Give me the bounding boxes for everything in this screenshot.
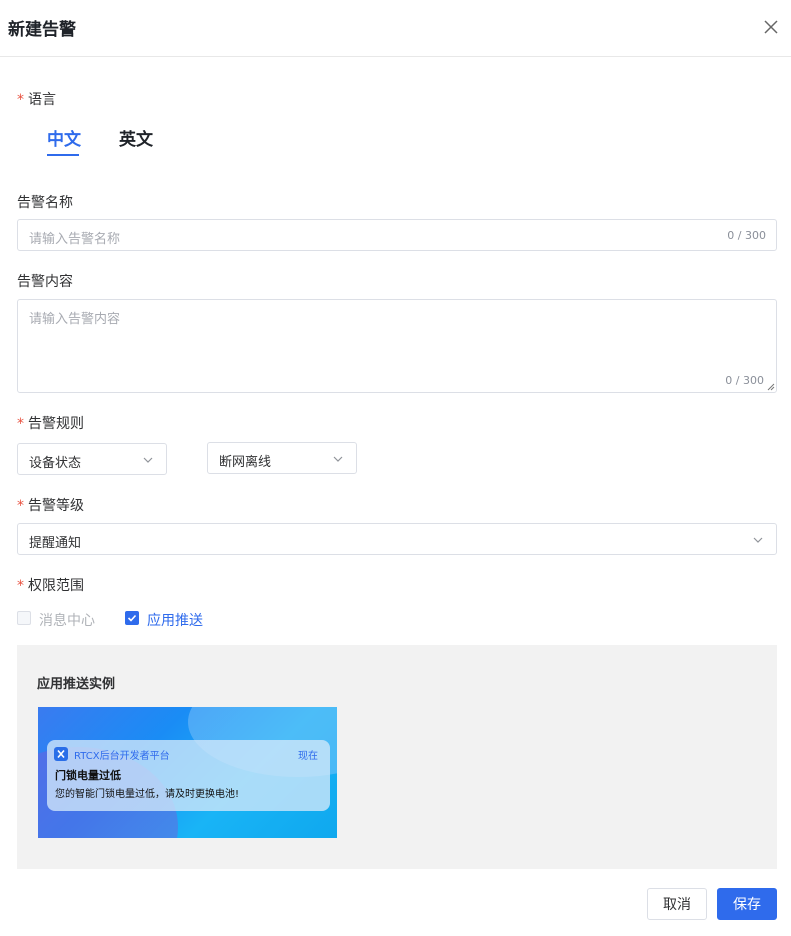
alarm-name-placeholder: 请输入告警名称 (29, 232, 121, 247)
push-notification: RTCX后台开发者平台 现在 门锁电量过低 您的智能门锁电量过低，请及时更换电池… (47, 740, 330, 811)
active-tab-indicator (47, 154, 79, 156)
alarm-level-select[interactable]: 提醒通知 (17, 523, 777, 555)
alarm-content-textarea[interactable]: 请输入告警内容 0 / 300 (17, 299, 777, 393)
permission-label: * 权限范围 (17, 578, 84, 594)
required-mark: * (17, 578, 24, 594)
alarm-name-count: 0 / 300 (727, 229, 766, 242)
checkmark-icon (127, 614, 137, 622)
alarm-level-label: * 告警等级 (17, 498, 84, 514)
x-logo-icon (57, 749, 65, 759)
close-icon[interactable] (760, 16, 782, 38)
tab-english[interactable]: 英文 (119, 125, 153, 150)
cancel-button[interactable]: 取消 (647, 888, 707, 920)
dialog-title: 新建告警 (8, 20, 76, 40)
notification-title: 门锁电量过低 (55, 769, 121, 782)
message-center-checkbox[interactable] (17, 611, 31, 625)
app-name: RTCX后台开发者平台 (74, 751, 170, 762)
chevron-down-icon (753, 537, 763, 543)
rule-type-value: 设备状态 (29, 456, 82, 471)
app-icon (54, 747, 68, 761)
chevron-down-icon (333, 456, 343, 462)
required-mark: * (17, 498, 24, 514)
dialog-header: 新建告警 (0, 0, 791, 57)
notification-body: 您的智能门锁电量过低，请及时更换电池! (55, 789, 240, 800)
rule-condition-select[interactable]: 断网离线 (207, 442, 357, 474)
rule-condition-value: 断网离线 (219, 455, 272, 470)
alarm-name-input[interactable]: 请输入告警名称 0 / 300 (17, 219, 777, 251)
language-label: * 语言 (17, 92, 56, 108)
notification-time: 现在 (298, 751, 318, 762)
phone-screen-preview: RTCX后台开发者平台 现在 门锁电量过低 您的智能门锁电量过低，请及时更换电池… (38, 707, 337, 838)
required-mark: * (17, 416, 24, 432)
save-button[interactable]: 保存 (717, 888, 777, 920)
alarm-content-label: 告警内容 (17, 274, 73, 290)
alarm-level-value: 提醒通知 (29, 536, 82, 551)
resize-handle-icon[interactable] (767, 383, 775, 391)
alarm-content-placeholder: 请输入告警内容 (29, 312, 121, 327)
preview-title: 应用推送实例 (37, 677, 116, 692)
chevron-down-icon (143, 457, 153, 463)
rule-type-select[interactable]: 设备状态 (17, 443, 167, 475)
alarm-name-label: 告警名称 (17, 195, 73, 211)
required-mark: * (17, 92, 24, 108)
alarm-rule-label: * 告警规则 (17, 416, 84, 432)
app-push-checkbox[interactable] (125, 611, 139, 625)
alarm-content-count: 0 / 300 (725, 374, 764, 387)
tab-chinese[interactable]: 中文 (47, 125, 81, 150)
push-preview-panel: 应用推送实例 RTCX后台开发者平台 现在 门锁电量过低 您的智能门锁电量过低，… (17, 645, 777, 869)
message-center-label[interactable]: 消息中心 (39, 610, 95, 630)
app-push-label[interactable]: 应用推送 (147, 610, 203, 630)
